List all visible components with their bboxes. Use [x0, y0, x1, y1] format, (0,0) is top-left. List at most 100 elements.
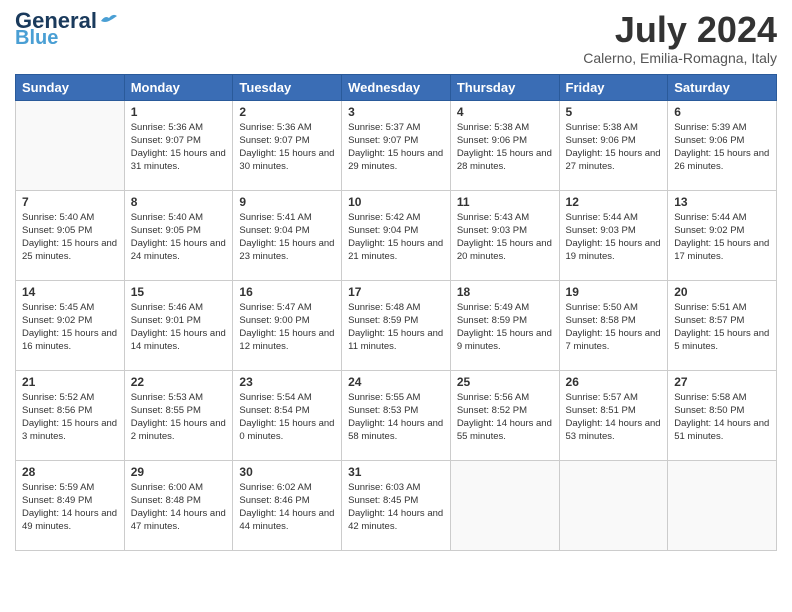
day-info: Sunrise: 5:36 AMSunset: 9:07 PMDaylight:…	[239, 121, 335, 174]
calendar-cell: 12 Sunrise: 5:44 AMSunset: 9:03 PMDayligh…	[559, 190, 668, 280]
sunset-text: Sunset: 9:02 PM	[674, 225, 744, 236]
title-section: July 2024 Calerno, Emilia-Romagna, Italy	[583, 10, 777, 66]
calendar-cell: 15Sunrise: 5:46 AMSunset: 9:01 PMDayligh…	[124, 280, 233, 370]
sunset-text: Sunset: 9:07 PM	[239, 135, 309, 146]
sunset-text: Sunset: 8:51 PM	[566, 405, 636, 416]
sunrise-text: Sunrise: 5:37 AM	[348, 122, 420, 133]
sunrise-text: Sunrise: 5:48 AM	[348, 302, 420, 313]
day-info: Sunrise: 5:42 AMSunset: 9:04 PMDaylight:…	[348, 211, 444, 264]
calendar-cell: 28Sunrise: 5:59 AMSunset: 8:49 PMDayligh…	[16, 460, 125, 550]
calendar-week-row: 14 Sunrise: 5:45 AMSunset: 9:02 PMDayligh…	[16, 280, 777, 370]
sunset-text: Sunset: 8:45 PM	[348, 495, 418, 506]
calendar-cell: 18Sunrise: 5:49 AMSunset: 8:59 PMDayligh…	[450, 280, 559, 370]
sunrise-text: Sunrise: 6:02 AM	[239, 482, 311, 493]
sunset-text: Sunset: 9:07 PM	[131, 135, 201, 146]
sunset-text: Sunset: 9:06 PM	[674, 135, 744, 146]
sunset-text: Sunset: 8:49 PM	[22, 495, 92, 506]
sunset-text: Sunset: 8:48 PM	[131, 495, 201, 506]
daylight-text: Daylight: 14 hours and 58 minutes.	[348, 418, 443, 442]
calendar-cell: 29Sunrise: 6:00 AMSunset: 8:48 PMDayligh…	[124, 460, 233, 550]
day-number: 14	[22, 285, 118, 299]
calendar-cell: 6 Sunrise: 5:39 AMSunset: 9:06 PMDaylight…	[668, 100, 777, 190]
day-number: 6	[674, 105, 770, 119]
sunset-text: Sunset: 9:04 PM	[239, 225, 309, 236]
day-info: Sunrise: 5:50 AMSunset: 8:58 PMDaylight:…	[566, 301, 662, 354]
sunset-text: Sunset: 9:05 PM	[131, 225, 201, 236]
daylight-text: Daylight: 15 hours and 30 minutes.	[239, 148, 334, 172]
daylight-text: Daylight: 15 hours and 29 minutes.	[348, 148, 443, 172]
day-info: Sunrise: 5:39 AMSunset: 9:06 PMDaylight:…	[674, 121, 770, 174]
sunset-text: Sunset: 8:59 PM	[348, 315, 418, 326]
sunrise-text: Sunrise: 5:53 AM	[131, 392, 203, 403]
sunset-text: Sunset: 9:06 PM	[566, 135, 636, 146]
day-info: Sunrise: 5:51 AMSunset: 8:57 PMDaylight:…	[674, 301, 770, 354]
sunrise-text: Sunrise: 6:03 AM	[348, 482, 420, 493]
calendar-cell	[16, 100, 125, 190]
day-info: Sunrise: 5:52 AMSunset: 8:56 PMDaylight:…	[22, 391, 118, 444]
day-info: Sunrise: 5:48 AM Sunset: 8:59 PM Daylight:…	[348, 301, 444, 354]
day-info: Sunrise: 5:56 AM Sunset: 8:52 PM Daylight:…	[457, 391, 553, 444]
calendar-cell: 24Sunrise: 5:55 AMSunset: 8:53 PMDayligh…	[342, 370, 451, 460]
day-number: 24	[348, 375, 444, 389]
day-info: Sunrise: 5:58 AMSunset: 8:50 PMDaylight:…	[674, 391, 770, 444]
calendar-cell: 16Sunrise: 5:47 AMSunset: 9:00 PMDayligh…	[233, 280, 342, 370]
daylight-text: Daylight: 15 hours and 11 minutes.	[348, 328, 443, 352]
sunrise-text: Sunrise: 6:00 AM	[131, 482, 203, 493]
sunset-text: Sunset: 8:52 PM	[457, 405, 527, 416]
calendar-cell: 23 Sunrise: 5:54 AMSunset: 8:54 PMDayligh…	[233, 370, 342, 460]
daylight-text: Daylight: 15 hours and 27 minutes.	[566, 148, 661, 172]
day-number: 21	[22, 375, 118, 389]
calendar-cell	[450, 460, 559, 550]
sunrise-text: Sunrise: 5:38 AM	[566, 122, 638, 133]
day-info: Sunrise: 5:54 AMSunset: 8:54 PMDaylight:…	[239, 391, 335, 444]
daylight-text: Daylight: 15 hours and 24 minutes.	[131, 238, 226, 262]
daylight-text: Daylight: 15 hours and 17 minutes.	[674, 238, 769, 262]
sunrise-text: Sunrise: 5:41 AM	[239, 212, 311, 223]
sunrise-text: Sunrise: 5:44 AM	[674, 212, 746, 223]
calendar-week-row: 1 Sunrise: 5:36 AMSunset: 9:07 PMDaylight…	[16, 100, 777, 190]
day-info: Sunrise: 5:40 AMSunset: 9:05 PMDaylight:…	[131, 211, 227, 264]
day-info: Sunrise: 5:44 AMSunset: 9:03 PMDaylight:…	[566, 211, 662, 264]
calendar-cell: 10Sunrise: 5:42 AMSunset: 9:04 PMDayligh…	[342, 190, 451, 280]
day-info: Sunrise: 5:53 AMSunset: 8:55 PMDaylight:…	[131, 391, 227, 444]
daylight-text: Daylight: 15 hours and 19 minutes.	[566, 238, 661, 262]
day-number: 20	[674, 285, 770, 299]
day-number: 28	[22, 465, 118, 479]
calendar-week-row: 7Sunrise: 5:40 AMSunset: 9:05 PMDaylight…	[16, 190, 777, 280]
daylight-text: Daylight: 14 hours and 51 minutes.	[674, 418, 769, 442]
weekday-header-monday: Monday	[124, 74, 233, 100]
day-number: 7	[22, 195, 118, 209]
day-info: Sunrise: 6:03 AMSunset: 8:45 PMDaylight:…	[348, 481, 444, 534]
sunset-text: Sunset: 9:05 PM	[22, 225, 92, 236]
calendar-cell: 26Sunrise: 5:57 AMSunset: 8:51 PMDayligh…	[559, 370, 668, 460]
calendar-cell: 17Sunrise: 5:48 AMSunset: 8:59 PMDayligh…	[342, 280, 451, 370]
day-info: Sunrise: 5:49 AMSunset: 8:59 PMDaylight:…	[457, 301, 553, 354]
calendar-cell: 20 Sunrise: 5:51 AMSunset: 8:57 PMDayligh…	[668, 280, 777, 370]
day-number: 1	[131, 105, 227, 119]
month-title: July 2024	[583, 10, 777, 50]
calendar-header-row: SundayMondayTuesdayWednesdayThursdayFrid…	[16, 74, 777, 100]
day-number: 23	[239, 375, 335, 389]
calendar-cell: 11Sunrise: 5:43 AMSunset: 9:03 PMDayligh…	[450, 190, 559, 280]
logo-bird-icon	[99, 13, 119, 29]
sunrise-text: Sunrise: 5:56 AM	[457, 392, 529, 403]
day-info: Sunrise: 5:45 AMSunset: 9:02 PMDaylight:…	[22, 301, 118, 354]
sunrise-text: Sunrise: 5:40 AM	[22, 212, 94, 223]
day-number: 19	[566, 285, 662, 299]
day-info: Sunrise: 5:40 AMSunset: 9:05 PMDaylight:…	[22, 211, 118, 264]
sunrise-text: Sunrise: 5:51 AM	[674, 302, 746, 313]
daylight-text: Daylight: 15 hours and 26 minutes.	[674, 148, 769, 172]
daylight-text: Daylight: 15 hours and 0 minutes.	[239, 418, 334, 442]
sunrise-text: Sunrise: 5:47 AM	[239, 302, 311, 313]
daylight-text: Daylight: 14 hours and 55 minutes.	[457, 418, 552, 442]
day-number: 11	[457, 195, 553, 209]
sunrise-text: Sunrise: 5:45 AM	[22, 302, 94, 313]
calendar-cell: 4Sunrise: 5:38 AMSunset: 9:06 PMDaylight…	[450, 100, 559, 190]
day-number: 16	[239, 285, 335, 299]
weekday-header-friday: Friday	[559, 74, 668, 100]
calendar-cell: 25Sunrise: 5:56 AMSunset: 8:52 PMDayligh…	[450, 370, 559, 460]
day-number: 4	[457, 105, 553, 119]
day-number: 12	[566, 195, 662, 209]
sunrise-text: Sunrise: 5:38 AM	[457, 122, 529, 133]
day-info: Sunrise: 5:46 AMSunset: 9:01 PMDaylight:…	[131, 301, 227, 354]
